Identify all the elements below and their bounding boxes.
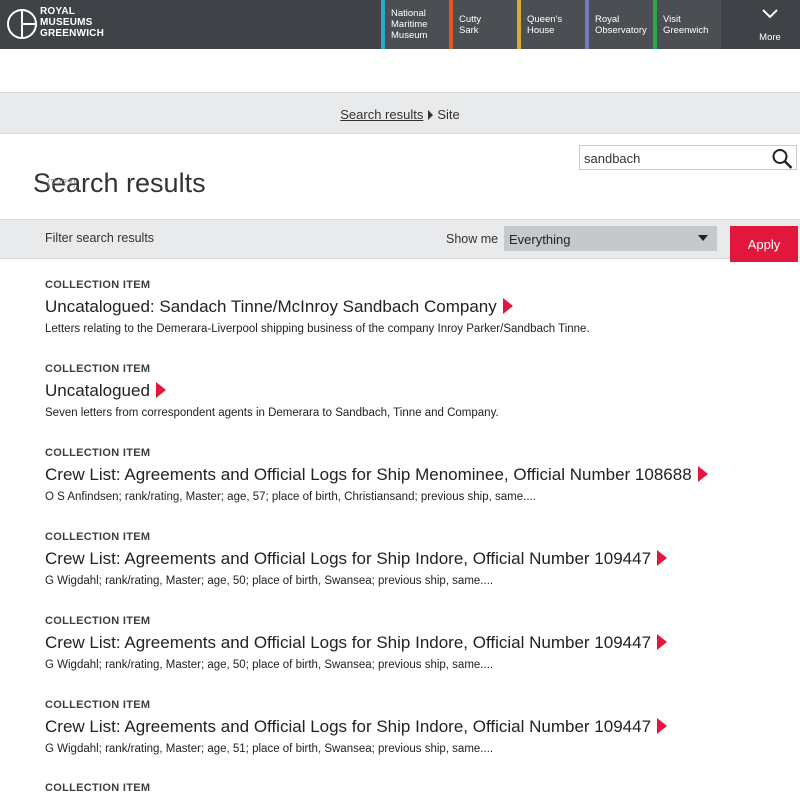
result-description: Letters relating to the Demerara-Liverpo… (45, 323, 590, 335)
nav-color-bar (449, 0, 453, 49)
breadcrumb-bar: Search results Site (0, 92, 800, 134)
nav-color-bar (585, 0, 589, 49)
search-icon[interactable] (771, 148, 793, 169)
result-type: COLLECTION ITEM (45, 531, 151, 543)
result-title: Crew List: Agreements and Official Logs … (45, 633, 652, 652)
result-title: Uncatalogued: Sandach Tinne/McInroy Sand… (45, 297, 497, 316)
arrow-right-icon (697, 465, 708, 482)
nav-color-bar (381, 0, 385, 49)
rmg-logo-icon[interactable] (6, 6, 40, 42)
more-label: More (759, 32, 781, 43)
arrow-right-icon (657, 633, 668, 650)
arrow-right-icon (155, 381, 166, 398)
result-title: Uncatalogued (45, 381, 150, 400)
nav-queens-house[interactable]: Queen's House (517, 0, 585, 49)
result-title-link[interactable]: Crew List: Agreements and Official Logs … (45, 549, 668, 569)
result-description: G Wigdahl; rank/rating, Master; age, 51;… (45, 743, 494, 755)
nav-label: Cutty Sark (459, 13, 482, 36)
logo-line: ROYAL (40, 6, 76, 17)
logo-line: MUSEUMS (40, 17, 93, 28)
nav-royal-observatory[interactable]: Royal Observatory (585, 0, 653, 49)
result-type: COLLECTION ITEM (45, 279, 151, 291)
nav-color-bar (653, 0, 657, 49)
result-description: G Wigdahl; rank/rating, Master; age, 50;… (45, 659, 494, 671)
arrow-right-icon (657, 549, 668, 566)
result-title-link[interactable]: Crew List: Agreements and Official Logs … (45, 465, 708, 485)
apply-button[interactable]: Apply (730, 226, 798, 262)
filter-bar: Filter search results Show me Everything (0, 219, 800, 259)
breadcrumb-separator-icon (428, 109, 434, 120)
top-header: ROYAL MUSEUMS GREENWICH National Maritim… (0, 0, 800, 49)
result-description: G Wigdahl; rank/rating, Master; age, 50;… (45, 575, 494, 587)
nav-color-bar (517, 0, 521, 49)
result-type: COLLECTION ITEM (45, 782, 151, 794)
filter-label: Filter search results (45, 231, 155, 245)
ghost-text: (????) (47, 178, 76, 189)
nav-label: Royal Observatory (595, 13, 647, 36)
nav-visit-greenwich[interactable]: Visit Greenwich (653, 0, 721, 49)
nav-label: National Maritime Museum (391, 8, 428, 41)
nav-label: Visit Greenwich (663, 13, 709, 36)
nav-national-maritime-museum[interactable]: National Maritime Museum (381, 0, 449, 49)
select-value: Everything (509, 232, 571, 247)
breadcrumb-link-search-results[interactable]: Search results (340, 107, 423, 122)
result-type: COLLECTION ITEM (45, 363, 151, 375)
result-type: COLLECTION ITEM (45, 615, 151, 627)
result-title: Crew List: Agreements and Official Logs … (45, 465, 692, 484)
result-description: O S Anfindsen; rank/rating, Master; age,… (45, 491, 536, 503)
chevron-down-icon (762, 9, 778, 19)
arrow-right-icon (502, 297, 513, 314)
result-type: COLLECTION ITEM (45, 447, 151, 459)
show-me-select[interactable]: Everything (504, 226, 717, 251)
logo-line: GREENWICH (40, 28, 105, 39)
show-me-label: Show me (446, 232, 499, 246)
logo-text[interactable]: ROYAL MUSEUMS GREENWICH (40, 6, 104, 39)
nav-cutty-sark[interactable]: Cutty Sark (449, 0, 517, 49)
more-menu-button[interactable]: More (746, 0, 794, 49)
result-title-link[interactable]: Uncatalogued: Sandach Tinne/McInroy Sand… (45, 297, 513, 317)
result-title: Crew List: Agreements and Official Logs … (45, 717, 652, 736)
result-description: Seven letters from correspondent agents … (45, 407, 499, 419)
search-box (579, 145, 797, 170)
result-title-link[interactable]: Crew List: Agreements and Official Logs … (45, 633, 668, 653)
nav-label: Queen's House (527, 13, 563, 36)
arrow-right-icon (657, 717, 668, 734)
result-title: Crew List: Agreements and Official Logs … (45, 549, 652, 568)
search-input[interactable] (584, 149, 764, 167)
breadcrumb: Search results Site (0, 107, 800, 122)
result-type: COLLECTION ITEM (45, 699, 151, 711)
result-title-link[interactable]: Uncatalogued (45, 381, 166, 401)
breadcrumb-current: Site (437, 107, 460, 122)
caret-down-icon (698, 235, 708, 241)
result-title-link[interactable]: Crew List: Agreements and Official Logs … (45, 717, 668, 737)
